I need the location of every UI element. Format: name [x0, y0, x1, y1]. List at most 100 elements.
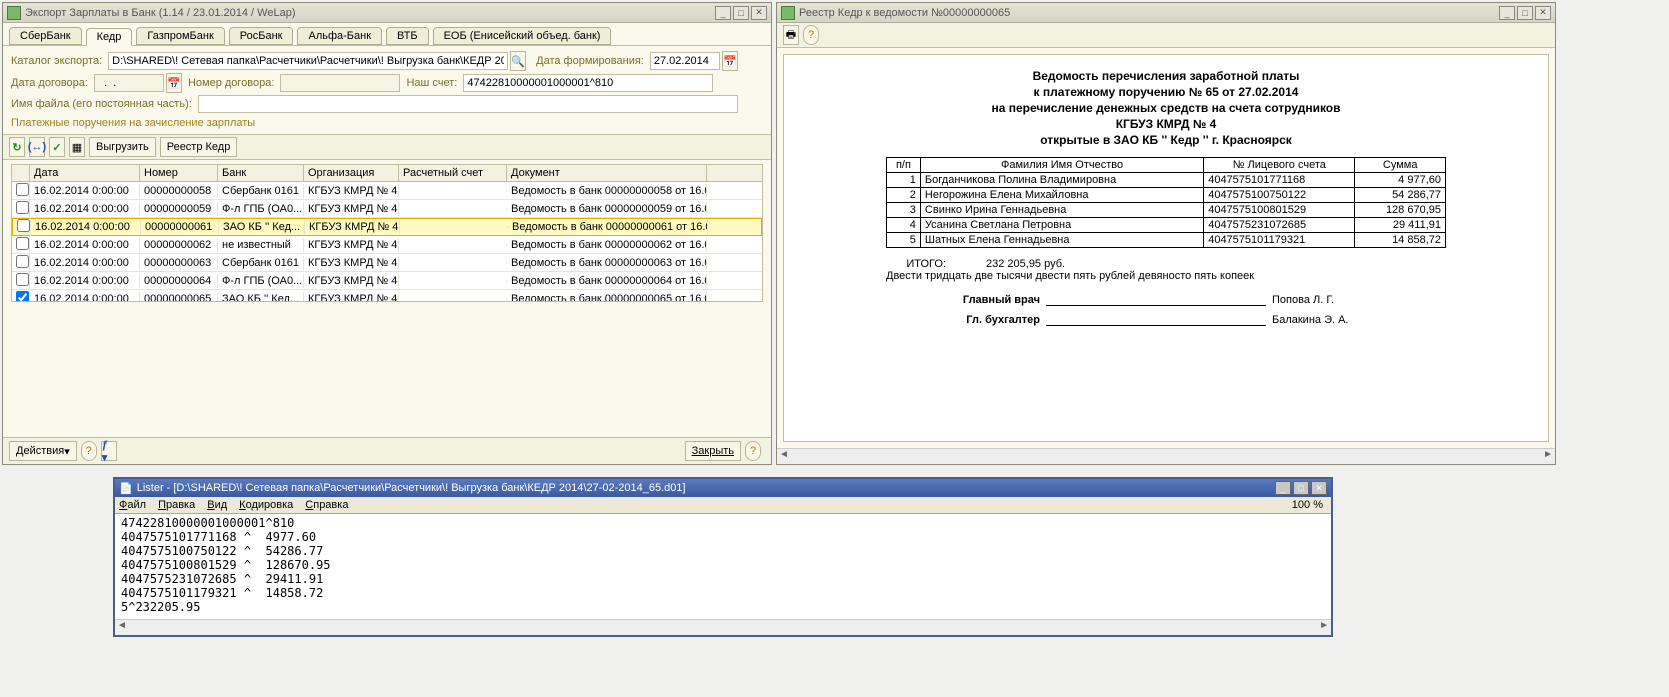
row-checkbox[interactable] — [16, 237, 29, 250]
section-title: Платежные поручения на зачисление зарпла… — [11, 115, 763, 131]
filename-input[interactable] — [198, 95, 738, 113]
lister-maximize[interactable]: □ — [1293, 481, 1309, 495]
sign-line-2 — [1046, 314, 1266, 326]
lister-h-scrollbar[interactable]: ◄► — [115, 619, 1331, 635]
tab-СберБанк[interactable]: СберБанк — [9, 27, 82, 45]
export-dir-input[interactable] — [108, 52, 508, 70]
tool-icon[interactable]: ƒ ▾ — [101, 441, 117, 461]
date-form-label: Дата формирования: — [536, 55, 644, 67]
tab-ВТБ[interactable]: ВТБ — [386, 27, 429, 45]
table-row[interactable]: 16.02.2014 0:00:0000000000065ЗАО КБ '' К… — [12, 290, 762, 302]
close-form-button[interactable]: Закрыть — [685, 441, 741, 461]
bank-tabs: СберБанкКедрГазпромБанк РосБанкАльфа-Банк… — [3, 23, 771, 46]
maximize-button-2[interactable]: □ — [1517, 6, 1533, 20]
grid-toolbar: ↻ (↔) ✓ ▦ Выгрузить Реестр Кедр — [3, 134, 771, 160]
export-titlebar: Экспорт Зарплаты в Банк (1.14 / 23.01.20… — [3, 3, 771, 23]
our-acc-input[interactable] — [463, 74, 713, 92]
menu-Справка[interactable]: Справка — [305, 499, 348, 511]
contract-date-label: Дата договора: — [11, 77, 88, 89]
app-icon — [7, 6, 21, 20]
export-dir-label: Каталог экспорта: — [11, 55, 102, 67]
sign2-role: Гл. бухгалтер — [886, 314, 1046, 326]
minimize-button-2[interactable]: _ — [1499, 6, 1515, 20]
col-header[interactable]: Документ — [507, 165, 707, 181]
table-row[interactable]: 16.02.2014 0:00:0000000000061ЗАО КБ '' К… — [12, 218, 762, 236]
help-icon[interactable]: ? — [81, 441, 97, 461]
table-row[interactable]: 16.02.2014 0:00:0000000000059Ф-л ГПБ (ОА… — [12, 200, 762, 218]
report-view[interactable]: Ведомость перечисления заработной платы … — [783, 54, 1549, 442]
sign2-name: Балакина Э. А. — [1266, 314, 1349, 326]
table-row[interactable]: 16.02.2014 0:00:0000000000064Ф-л ГПБ (ОА… — [12, 272, 762, 290]
tab-Альфа-Банк[interactable]: Альфа-Банк — [297, 27, 382, 45]
contract-date-input[interactable] — [94, 74, 164, 92]
col-header[interactable]: Банк — [218, 165, 304, 181]
menu-Вид[interactable]: Вид — [207, 499, 227, 511]
row-checkbox[interactable] — [16, 273, 29, 286]
maximize-button[interactable]: □ — [733, 6, 749, 20]
row-checkbox[interactable] — [16, 255, 29, 268]
filename-label: Имя файла (его постоянная часть): — [11, 98, 192, 110]
tab-ГазпромБанк[interactable]: ГазпромБанк — [136, 27, 224, 45]
tab-Кедр[interactable]: Кедр — [86, 28, 133, 46]
total-value: 232 205,95 руб. — [986, 258, 1065, 270]
col-header[interactable]: Дата — [30, 165, 140, 181]
sign-line — [1046, 294, 1266, 306]
menu-Файл[interactable]: Файл — [119, 499, 146, 511]
col-header[interactable] — [12, 165, 30, 181]
lister-body[interactable]: 47422810000001000001^810 404757510177116… — [115, 514, 1331, 619]
payments-grid: ДатаНомерБанкОрганизацияРасчетный счетДо… — [11, 164, 763, 302]
col-header[interactable]: Организация — [304, 165, 399, 181]
registry-window: Реестр Кедр к ведомости №00000000065 _ □… — [776, 2, 1556, 465]
table-row[interactable]: 16.02.2014 0:00:0000000000058Сбербанк 01… — [12, 182, 762, 200]
actions-button[interactable]: Действия ▾ — [9, 441, 77, 461]
contract-no-label: Номер договора: — [188, 77, 274, 89]
lister-icon: 📄 — [119, 482, 133, 495]
check-all-icon[interactable]: ✓ — [49, 137, 65, 157]
h-scrollbar[interactable]: ◄► — [777, 448, 1555, 464]
minimize-button[interactable]: _ — [715, 6, 731, 20]
row-checkbox[interactable] — [16, 201, 29, 214]
doc-icon — [781, 6, 795, 20]
tab-РосБанк[interactable]: РосБанк — [229, 27, 294, 45]
report-heading-1: Ведомость перечисления заработной платы — [802, 69, 1530, 83]
grid-header: ДатаНомерБанкОрганизацияРасчетный счетДо… — [12, 165, 762, 182]
row-checkbox[interactable] — [16, 291, 29, 302]
help-icon-3[interactable]: ? — [803, 25, 819, 45]
row-checkbox[interactable] — [17, 219, 30, 232]
help-icon-2[interactable]: ? — [745, 441, 761, 461]
table-row[interactable]: 16.02.2014 0:00:0000000000062не известны… — [12, 236, 762, 254]
row-checkbox[interactable] — [16, 183, 29, 196]
col-header[interactable]: Расчетный счет — [399, 165, 507, 181]
registry-titlebar: Реестр Кедр к ведомости №00000000065 _ □… — [777, 3, 1555, 23]
export-window: Экспорт Зарплаты в Банк (1.14 / 23.01.20… — [2, 2, 772, 465]
grid-body[interactable]: 16.02.2014 0:00:0000000000058Сбербанк 01… — [12, 182, 762, 302]
calendar-icon[interactable]: 📅 — [722, 51, 738, 71]
date-form-input[interactable] — [650, 52, 720, 70]
uncheck-all-icon[interactable]: ▦ — [69, 137, 85, 157]
menu-Правка[interactable]: Правка — [158, 499, 195, 511]
tab-ЕОБ (Енисейский объед. банк)[interactable]: ЕОБ (Енисейский объед. банк) — [433, 27, 612, 45]
lister-percent: 100 % — [1292, 499, 1323, 511]
total-label: ИТОГО: — [886, 258, 986, 270]
lister-titlebar: 📄 Lister - [D:\SHARED\! Сетевая папка\Ра… — [115, 479, 1331, 497]
swap-icon[interactable]: (↔) — [29, 137, 45, 157]
close-button-2[interactable]: ✕ — [1535, 6, 1551, 20]
contract-no-input[interactable] — [280, 74, 400, 92]
export-button[interactable]: Выгрузить — [89, 137, 156, 157]
browse-button[interactable]: 🔍 — [510, 51, 526, 71]
col-header[interactable]: Номер — [140, 165, 218, 181]
our-acc-label: Наш счет: — [406, 77, 457, 89]
lister-minimize[interactable]: _ — [1275, 481, 1291, 495]
table-row[interactable]: 16.02.2014 0:00:0000000000063Сбербанк 01… — [12, 254, 762, 272]
lister-window: 📄 Lister - [D:\SHARED\! Сетевая папка\Ра… — [113, 477, 1333, 637]
report-heading-4: КГБУЗ КМРД № 4 — [802, 117, 1530, 131]
calendar-icon-2[interactable]: 📅 — [166, 73, 182, 93]
close-button[interactable]: ✕ — [751, 6, 767, 20]
total-words: Двести тридцать две тысячи двести пять р… — [886, 270, 1446, 282]
refresh-icon[interactable]: ↻ — [9, 137, 25, 157]
print-icon[interactable]: 🖶 — [783, 25, 799, 45]
registry-button[interactable]: Реестр Кедр — [160, 137, 238, 157]
lister-close[interactable]: ✕ — [1311, 481, 1327, 495]
footer-bar: Действия ▾ ? ƒ ▾ Закрыть ? — [3, 437, 771, 464]
menu-Кодировка[interactable]: Кодировка — [239, 499, 293, 511]
